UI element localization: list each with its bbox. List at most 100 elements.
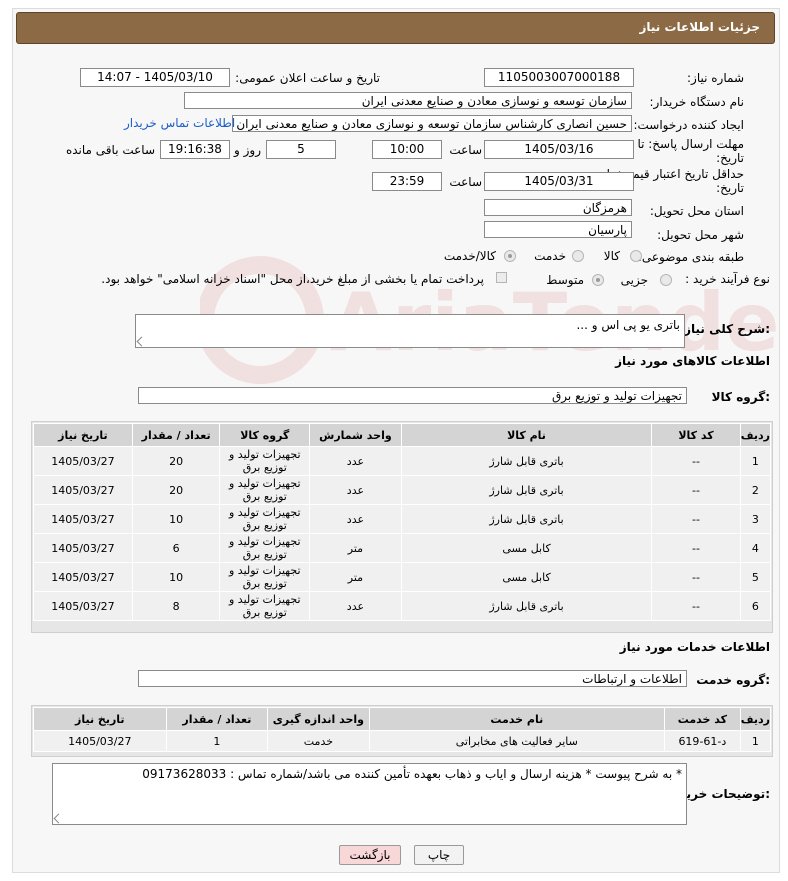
description-text: باتری یو پی اس و ...	[576, 318, 680, 332]
resize-handle-icon[interactable]	[136, 336, 147, 347]
remaining-time-field: 19:16:38	[160, 140, 230, 159]
goods-cell: --	[651, 446, 741, 476]
services-table: ردیف کد خدمت نام خدمت واحد اندازه گیری تعداد…	[33, 707, 772, 752]
goods-cell: کابل مسی	[400, 562, 653, 592]
goods-cell: باتری قابل شارژ	[400, 475, 653, 505]
goods-cell: تجهیزات تولید و توزیع برق	[219, 504, 311, 534]
goods-cell: تجهیزات تولید و توزیع برق	[219, 533, 311, 563]
description-label: شرح کلی نیاز:	[684, 322, 770, 336]
days-label: روز و	[234, 143, 261, 157]
process-radio-medium[interactable]	[592, 274, 604, 286]
price-validity-date-field: 1405/03/31	[484, 172, 634, 191]
goods-cell: --	[651, 533, 741, 563]
goods-cell: تجهیزات تولید و توزیع برق	[219, 562, 311, 592]
buyer-org-label: نام دستگاه خریدار:	[649, 95, 745, 109]
goods-cell: 6	[131, 533, 221, 563]
need-number-label: شماره نیاز:	[687, 71, 744, 85]
goods-cell: 3	[739, 504, 772, 534]
print-button[interactable]: چاپ	[414, 845, 464, 865]
services-cell: 1	[165, 730, 269, 752]
goods-table: ردیف کد کالا نام کالا واحد شمارش گروه کالا تع…	[33, 423, 772, 621]
goods-cell: متر	[309, 533, 402, 563]
table-row: 5 -- کابل مسی متر تجهیزات تولید و توزیع برق 1…	[33, 562, 772, 592]
goods-col-header: تعداد / مقدار	[131, 423, 221, 447]
goods-col-header: نام کالا	[400, 423, 653, 447]
city-field: پارسیان	[484, 221, 632, 238]
category-radio-service[interactable]	[572, 250, 584, 262]
goods-cell: 5	[739, 562, 772, 592]
back-button[interactable]: بازگشت	[339, 845, 401, 865]
services-col-header: نام خدمت	[368, 707, 665, 731]
process-label: نوع فرآیند خرید :	[685, 272, 770, 286]
need-number-field: 1105003007000188	[484, 68, 634, 87]
goods-group-label: گروه کالا:	[711, 390, 770, 404]
price-validity-time-label: ساعت	[449, 175, 482, 189]
process-radio-minor[interactable]	[660, 274, 672, 286]
services-group-label: گروه خدمت:	[696, 673, 770, 687]
table-row: 4 -- کابل مسی متر تجهیزات تولید و توزیع برق 6…	[33, 533, 772, 563]
goods-cell: --	[651, 504, 741, 534]
page-title: جزئیات اطلاعات نیاز	[639, 20, 760, 34]
buyer-notes-field: * به شرح پیوست * هزینه ارسال و ایاب و ذه…	[52, 763, 687, 825]
goods-col-header: تاریخ نیاز	[33, 423, 133, 447]
services-col-header: ردیف	[739, 707, 772, 731]
services-cell: 1405/03/27	[33, 730, 167, 752]
goods-cell: --	[651, 591, 741, 621]
goods-cell: 6	[739, 591, 772, 621]
goods-cell: 1405/03/27	[33, 591, 133, 621]
services-table-header: ردیف کد خدمت نام خدمت واحد اندازه گیری تعداد…	[33, 707, 772, 731]
deadline-time-field: 10:00	[372, 140, 442, 159]
goods-col-header: کد کالا	[651, 423, 741, 447]
process-option-medium: متوسط	[546, 273, 584, 287]
deadline-time-label: ساعت	[449, 143, 482, 157]
goods-cell: 2	[739, 475, 772, 505]
buyer-contact-link[interactable]: اطلاعات تماس خریدار	[124, 116, 235, 130]
goods-cell: 1405/03/27	[33, 446, 133, 476]
deadline-label: مهلت ارسال پاسخ: تا تاریخ:	[637, 137, 744, 165]
category-radio-goods-service[interactable]	[504, 250, 516, 262]
category-radio-goods[interactable]	[630, 250, 642, 262]
price-validity-time-field: 23:59	[372, 172, 442, 191]
table-row: 1 د-61-619 سایر فعالیت های مخابراتی خدمت 1 14…	[33, 730, 772, 752]
services-section-title: اطلاعات خدمات مورد نیاز	[619, 640, 770, 654]
process-option-minor: جزیی	[620, 273, 648, 287]
category-option-goods: کالا	[603, 249, 620, 263]
goods-cell: تجهیزات تولید و توزیع برق	[219, 475, 311, 505]
province-label: استان محل تحویل:	[649, 204, 744, 218]
table-row: 1 -- باتری قابل شارژ عدد تجهیزات تولید و توز…	[33, 446, 772, 476]
goods-cell: 10	[131, 562, 221, 592]
goods-col-header: ردیف	[739, 423, 772, 447]
table-row: 3 -- باتری قابل شارژ عدد تجهیزات تولید و توز…	[33, 504, 772, 534]
goods-cell: تجهیزات تولید و توزیع برق	[219, 591, 311, 621]
goods-cell: 1405/03/27	[33, 533, 133, 563]
city-label: شهر محل تحویل:	[657, 228, 744, 242]
goods-cell: 1405/03/27	[33, 504, 133, 534]
goods-cell: 20	[131, 446, 221, 476]
services-cell: خدمت	[267, 730, 370, 752]
goods-group-field: تجهیزات تولید و توزیع برق	[138, 387, 687, 404]
payment-note: پرداخت تمام یا بخشی از مبلغ خرید،از محل …	[101, 272, 484, 286]
goods-cell: 8	[131, 591, 221, 621]
resize-handle-icon[interactable]	[53, 813, 64, 824]
services-col-header: تعداد / مقدار	[165, 707, 269, 731]
services-cell: د-61-619	[663, 730, 741, 752]
requester-label: ایجاد کننده درخواست:	[633, 118, 744, 132]
goods-cell: باتری قابل شارژ	[400, 591, 653, 621]
requester-field: حسین انصاری کارشناس سازمان توسعه و نوساز…	[232, 115, 632, 132]
header-bar: جزئیات اطلاعات نیاز	[16, 12, 775, 44]
category-option-service: خدمت	[534, 249, 566, 263]
goods-cell: 20	[131, 475, 221, 505]
description-field: باتری یو پی اس و ...	[135, 314, 685, 348]
province-field: هرمزگان	[484, 199, 632, 216]
deadline-date-field: 1405/03/16	[484, 140, 634, 159]
goods-cell: عدد	[309, 446, 402, 476]
services-col-header: کد خدمت	[663, 707, 741, 731]
goods-cell: باتری قابل شارژ	[400, 504, 653, 534]
announce-field: 1405/03/10 - 14:07	[80, 68, 230, 87]
category-label: طبقه بندی موضوعی:	[637, 250, 744, 264]
goods-cell: --	[651, 562, 741, 592]
days-field: 5	[266, 140, 336, 159]
buyer-notes-text: * به شرح پیوست * هزینه ارسال و ایاب و ذه…	[142, 767, 682, 781]
goods-cell: عدد	[309, 475, 402, 505]
treasury-checkbox[interactable]	[496, 272, 507, 283]
